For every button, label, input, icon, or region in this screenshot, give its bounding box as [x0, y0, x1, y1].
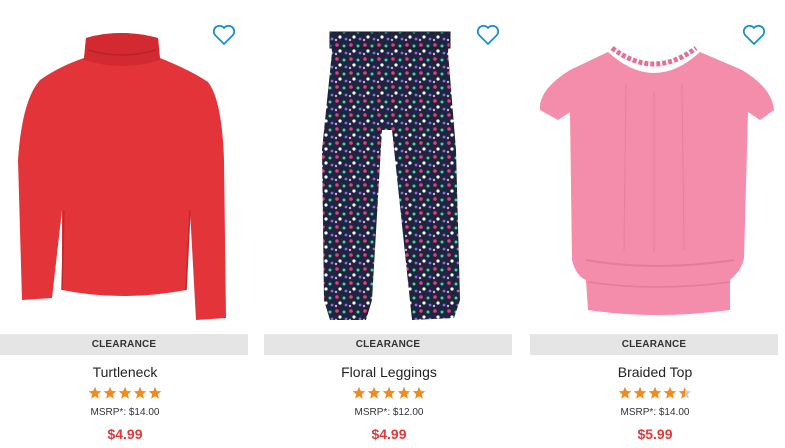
star-filled-icon — [133, 386, 147, 400]
heart-outline-icon[interactable] — [742, 24, 766, 46]
sale-price: $5.99 — [637, 426, 673, 442]
star-filled-icon — [618, 386, 632, 400]
product-name[interactable]: Floral Leggings — [264, 364, 514, 380]
sale-price: $4.99 — [107, 426, 143, 442]
star-rating — [530, 386, 780, 400]
product-image-turtleneck[interactable] — [0, 0, 250, 330]
product-name[interactable]: Braided Top — [530, 364, 780, 380]
star-filled-icon — [367, 386, 381, 400]
star-filled-icon — [148, 386, 162, 400]
star-filled-icon — [88, 386, 102, 400]
sale-price: $4.99 — [371, 426, 407, 442]
clearance-badge: CLEARANCE — [0, 334, 248, 355]
heart-outline-icon[interactable] — [476, 24, 500, 46]
product-image-braided-top[interactable] — [530, 0, 780, 330]
star-filled-icon — [633, 386, 647, 400]
star-filled-icon — [382, 386, 396, 400]
product-image-floral-leggings[interactable] — [264, 0, 514, 330]
star-filled-icon — [412, 386, 426, 400]
heart-outline-icon[interactable] — [212, 24, 236, 46]
star-rating — [264, 386, 514, 400]
star-filled-icon — [118, 386, 132, 400]
star-rating — [0, 386, 250, 400]
clearance-badge: CLEARANCE — [264, 334, 512, 355]
star-filled-icon — [397, 386, 411, 400]
star-filled-icon — [663, 386, 677, 400]
star-filled-icon — [103, 386, 117, 400]
product-card[interactable]: CLEARANCE Braided Top MSRP*: $14.00 $5.9… — [530, 0, 780, 448]
product-name[interactable]: Turtleneck — [0, 364, 250, 380]
star-filled-icon — [648, 386, 662, 400]
product-card[interactable]: CLEARANCE Floral Leggings MSRP*: $12.00 … — [264, 0, 514, 448]
msrp-price: MSRP*: $14.00 — [620, 407, 690, 418]
msrp-price: MSRP*: $12.00 — [354, 407, 424, 418]
msrp-price: MSRP*: $14.00 — [90, 407, 160, 418]
clearance-badge: CLEARANCE — [530, 334, 778, 355]
star-half-icon — [678, 386, 692, 400]
product-grid: CLEARANCE Turtleneck MSRP*: $14.00 $4.99 — [0, 0, 785, 448]
product-card[interactable]: CLEARANCE Turtleneck MSRP*: $14.00 $4.99 — [0, 0, 250, 448]
star-filled-icon — [352, 386, 366, 400]
